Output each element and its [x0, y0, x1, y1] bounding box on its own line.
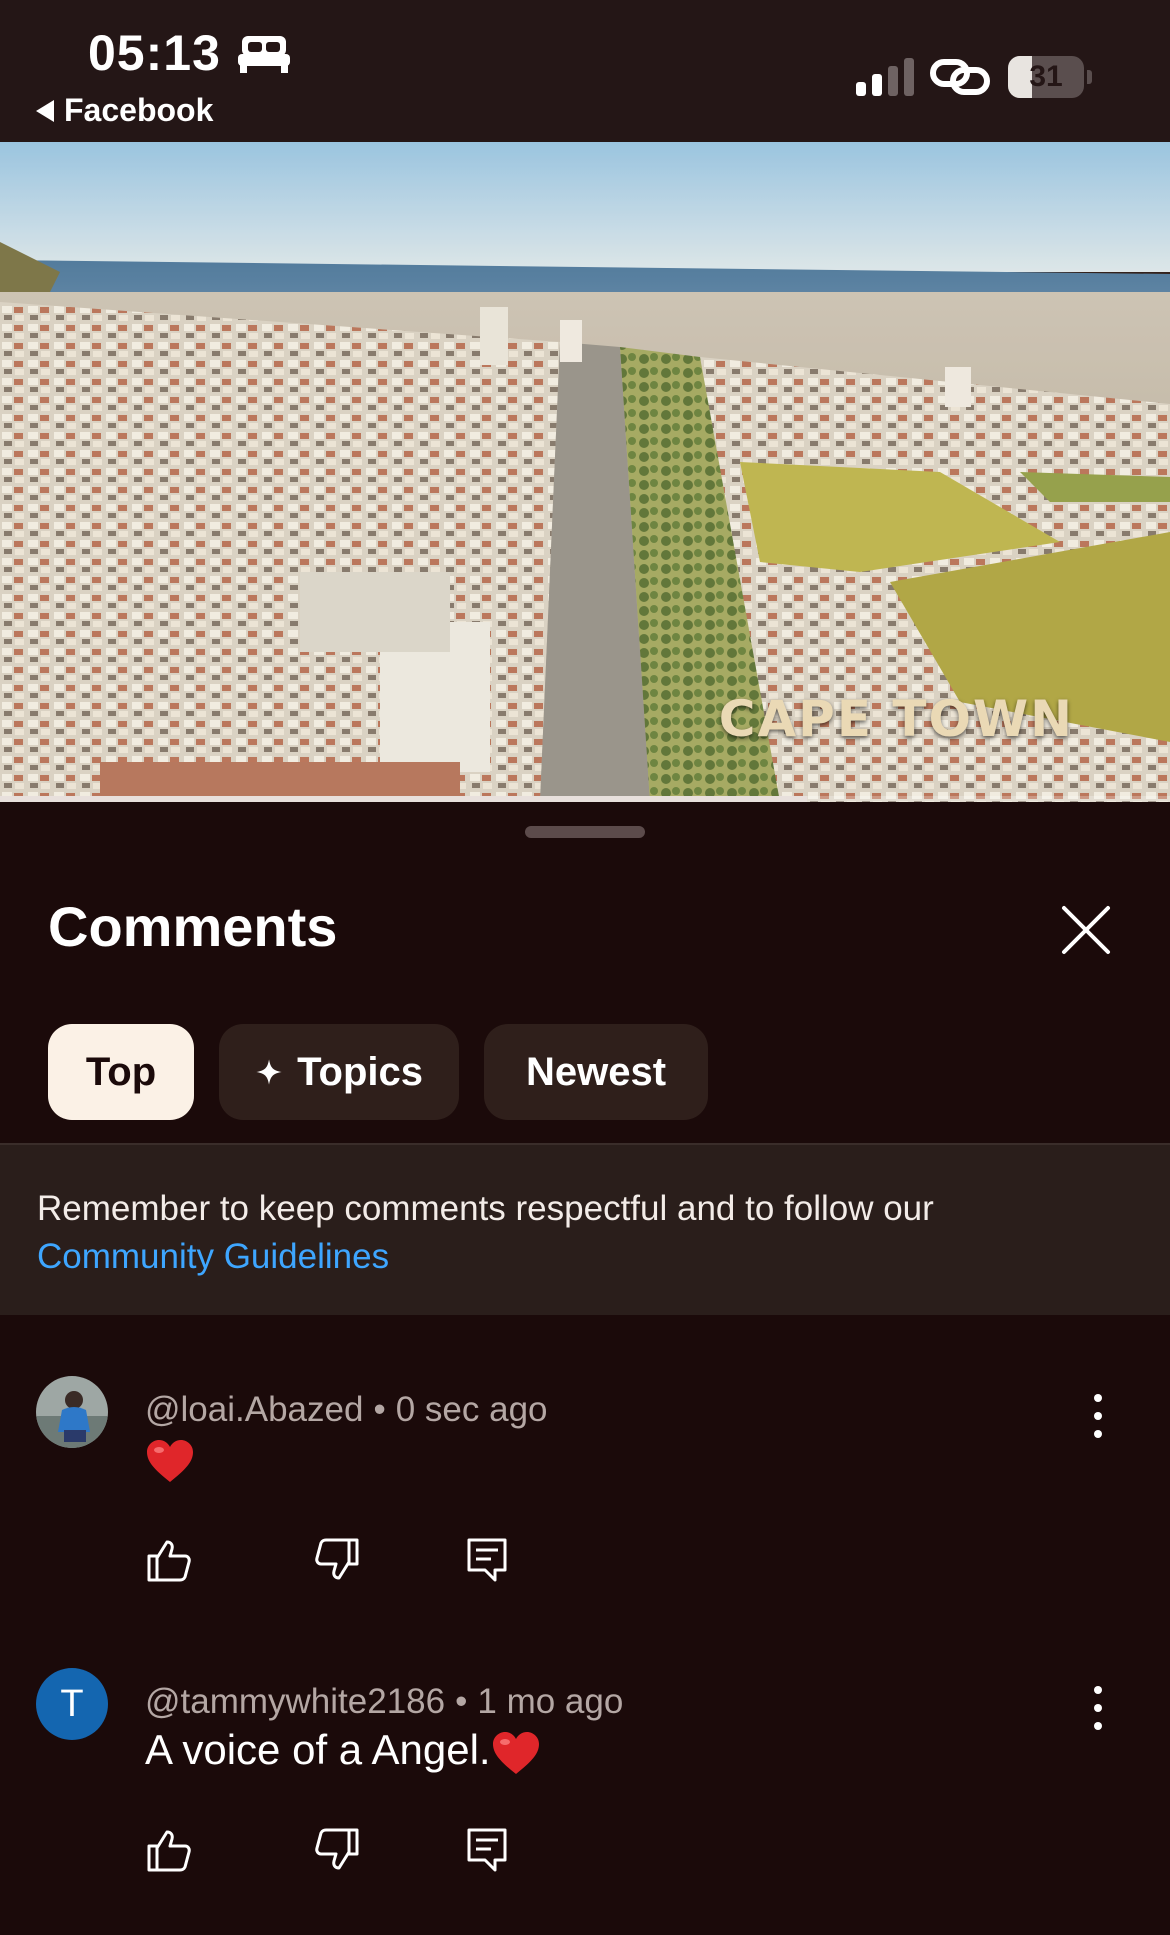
sparkle-icon — [256, 1059, 282, 1085]
drag-handle[interactable] — [525, 826, 645, 838]
signal-icon — [856, 58, 914, 96]
filter-top-chip[interactable]: Top — [48, 1024, 194, 1120]
video-overlay-title: CAPE TOWN — [718, 690, 1074, 748]
status-bar: 05:13 Facebook 31 — [0, 0, 1170, 142]
like-icon[interactable] — [145, 1536, 193, 1584]
comment-actions — [145, 1826, 511, 1874]
community-notice: Remember to keep comments respectful and… — [0, 1145, 1170, 1315]
battery-level: 31 — [1029, 60, 1063, 93]
comment-text — [145, 1434, 195, 1484]
red-heart-icon — [492, 1731, 539, 1774]
dislike-icon[interactable] — [313, 1536, 361, 1584]
comments-title: Comments — [48, 895, 338, 958]
dislike-icon[interactable] — [313, 1826, 361, 1874]
comment-actions — [145, 1536, 511, 1584]
comment-time: 0 sec ago — [395, 1390, 548, 1429]
comment-filter-chips: Top Topics Newest — [48, 1024, 708, 1120]
filter-topics-label: Topics — [297, 1049, 423, 1094]
comment-author[interactable]: @loai.Abazed — [145, 1390, 363, 1429]
avatar[interactable] — [36, 1376, 108, 1448]
comment-text: A voice of a Angel. — [145, 1726, 541, 1776]
comment-item: @loai.Abazed • 0 sec ago — [0, 1372, 1170, 1632]
comments-sheet: Comments Top Topics Newest Remember to k… — [0, 802, 1170, 1935]
back-app-label: Facebook — [64, 92, 214, 128]
red-heart-icon — [147, 1439, 193, 1482]
close-icon[interactable] — [1058, 902, 1114, 958]
link-icon — [930, 59, 990, 95]
comment-author[interactable]: @tammywhite2186 — [145, 1682, 445, 1721]
avatar[interactable]: T — [36, 1668, 108, 1740]
community-guidelines-link[interactable]: Community Guidelines — [37, 1233, 1133, 1281]
battery-icon: 31 — [1008, 56, 1092, 98]
more-options-icon[interactable] — [1080, 1680, 1116, 1736]
filter-newest-chip[interactable]: Newest — [484, 1024, 708, 1120]
more-options-icon[interactable] — [1080, 1388, 1116, 1444]
notice-text: Remember to keep comments respectful and… — [37, 1189, 934, 1228]
like-icon[interactable] — [145, 1826, 193, 1874]
filter-topics-chip[interactable]: Topics — [219, 1024, 459, 1120]
comment-meta: @tammywhite2186 • 1 mo ago — [145, 1682, 624, 1721]
comment-meta: @loai.Abazed • 0 sec ago — [145, 1390, 548, 1429]
back-arrow-icon — [36, 99, 54, 122]
reply-icon[interactable] — [463, 1826, 511, 1874]
bed-icon — [238, 36, 290, 73]
comment-item: T @tammywhite2186 • 1 mo ago A voice of a … — [0, 1664, 1170, 1924]
comment-time: 1 mo ago — [477, 1682, 624, 1721]
back-to-app[interactable]: Facebook — [36, 92, 213, 129]
video-player[interactable]: CAPE TOWN — [0, 142, 1170, 802]
status-time: 05:13 — [88, 25, 221, 81]
reply-icon[interactable] — [463, 1536, 511, 1584]
